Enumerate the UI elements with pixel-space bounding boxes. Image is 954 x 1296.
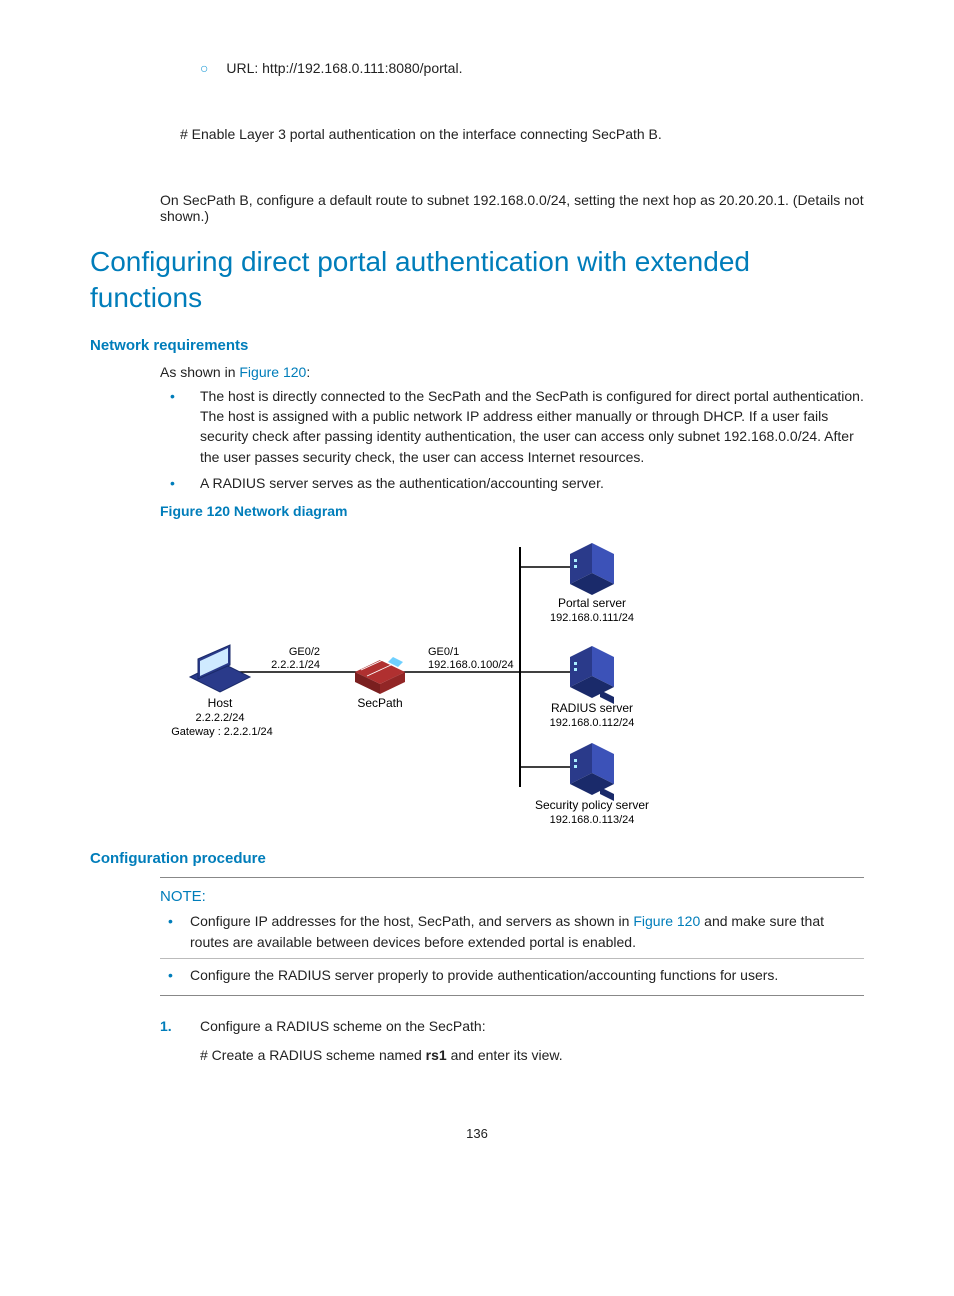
radius-label: RADIUS server (551, 701, 633, 715)
page-number: 136 (90, 1126, 864, 1141)
host-label: Host (208, 696, 233, 710)
radius-ip: 192.168.0.112/24 (550, 717, 635, 729)
security-label: Security policy server (535, 798, 649, 812)
ge01-ip: 192.168.0.100/24 (428, 659, 514, 671)
step-sub: # Create a RADIUS scheme named rs1 and e… (200, 1045, 864, 1066)
figure-link[interactable]: Figure 120 (633, 913, 700, 929)
note-box: NOTE: Configure IP addresses for the hos… (160, 877, 864, 996)
note-item: Configure the RADIUS server properly to … (160, 958, 864, 985)
network-diagram: Host 2.2.2.2/24 Gateway : 2.2.2.1/24 Sec… (160, 527, 864, 830)
host-gateway: Gateway : 2.2.2.1/24 (171, 726, 273, 738)
bullet-list: The host is directly connected to the Se… (160, 386, 864, 493)
security-ip: 192.168.0.113/24 (550, 814, 635, 826)
steps-list: 1. Configure a RADIUS scheme on the SecP… (160, 1016, 864, 1066)
step-item: 1. Configure a RADIUS scheme on the SecP… (160, 1016, 864, 1066)
heading-network-req: Network requirements (90, 337, 864, 354)
host-ip: 2.2.2.2/24 (196, 712, 245, 724)
heading-config-proc: Configuration procedure (90, 850, 864, 867)
note-item: Configure IP addresses for the host, Sec… (160, 911, 864, 952)
figure-link[interactable]: Figure 120 (239, 364, 306, 380)
secpath-label: SecPath (357, 696, 402, 710)
step-text: Configure a RADIUS scheme on the SecPath… (200, 1018, 486, 1034)
ge01: GE0/1 (428, 646, 459, 658)
heading-main: Configuring direct portal authentication… (90, 244, 864, 317)
step-number: 1. (160, 1016, 172, 1037)
bullet-item: The host is directly connected to the Se… (160, 386, 864, 467)
ge02: GE0/2 (289, 646, 320, 658)
note-title: NOTE: (160, 888, 864, 905)
url-sub-bullet: ○ URL: http://192.168.0.111:8080/portal. (200, 60, 864, 76)
hash-instruction: # Enable Layer 3 portal authentication o… (180, 126, 864, 142)
ge02-ip: 2.2.2.1/24 (271, 659, 320, 671)
portal-label: Portal server (558, 596, 626, 610)
circle-icon: ○ (200, 60, 208, 76)
bullet-item: A RADIUS server serves as the authentica… (160, 473, 864, 493)
intro-line: As shown in Figure 120: (160, 364, 864, 380)
figure-caption: Figure 120 Network diagram (160, 503, 864, 519)
paragraph-route: On SecPath B, configure a default route … (160, 192, 864, 224)
url-text: URL: http://192.168.0.111:8080/portal. (226, 60, 462, 76)
portal-ip: 192.168.0.111/24 (550, 612, 634, 624)
